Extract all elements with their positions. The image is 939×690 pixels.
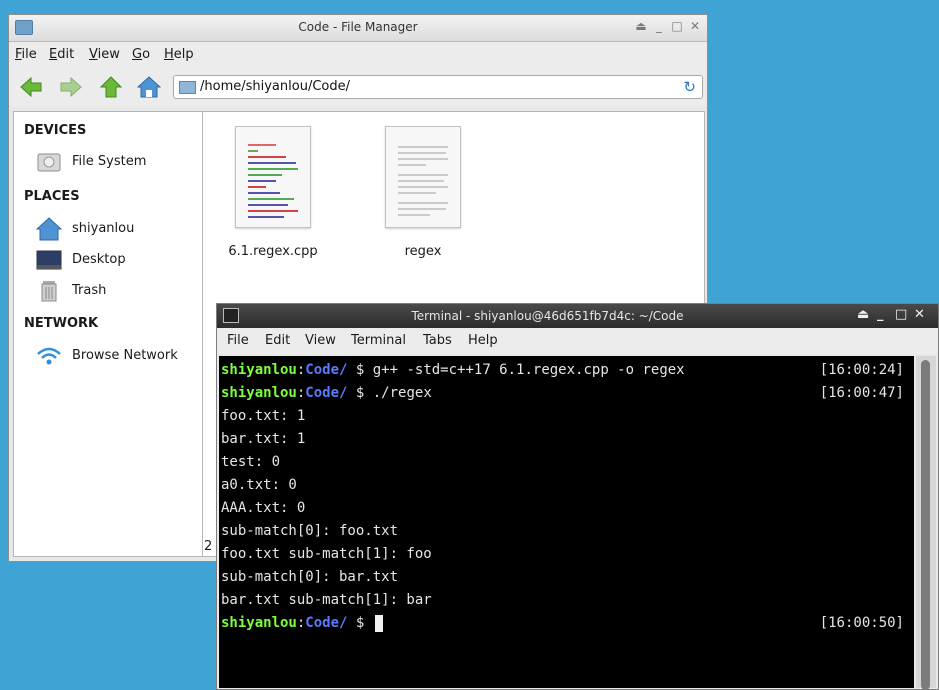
sidebar-item-label: Trash (72, 283, 107, 298)
menu-file[interactable]: File (15, 47, 37, 62)
terminal-screen[interactable]: shiyanlou:Code/ $ g++ -std=c++17 6.1.reg… (219, 356, 914, 688)
menu-file[interactable]: File (227, 333, 249, 348)
menu-go[interactable]: Go (132, 47, 150, 62)
terminal-scrollbar[interactable] (916, 356, 936, 690)
fm-titlebar[interactable]: Code - File Manager ⏏ _ □ ✕ (9, 15, 707, 42)
menu-edit[interactable]: Edit (49, 47, 74, 62)
eject-icon[interactable]: ⏏ (633, 19, 649, 33)
forward-arrow-icon[interactable] (59, 76, 83, 98)
location-bar[interactable]: /home/shiyanlou/Code/ ↻ (173, 75, 703, 99)
sidebar-item-label: Desktop (72, 252, 126, 267)
output-line: foo.txt: 1 (221, 408, 306, 424)
file-item-cpp[interactable]: 6.1.regex.cpp (223, 126, 323, 259)
eject-icon[interactable]: ⏏ (857, 307, 869, 322)
menu-tabs[interactable]: Tabs (423, 333, 452, 348)
output-line: AAA.txt: 0 (221, 500, 306, 516)
sidebar-item-file-system[interactable]: File System (36, 150, 216, 174)
up-arrow-icon[interactable] (99, 76, 123, 98)
terminal-window-title: Terminal - shiyanlou@46d651fb7d4c: ~/Cod… (411, 309, 684, 323)
command-line: shiyanlou:Code/ $ g++ -std=c++17 6.1.reg… (221, 362, 685, 378)
terminal-window: Terminal - shiyanlou@46d651fb7d4c: ~/Cod… (216, 303, 939, 690)
sidebar-item-shiyanlou[interactable]: shiyanlou (36, 217, 216, 241)
timestamp: [16:00:24] (819, 362, 904, 378)
current-prompt: shiyanlou:Code/ $ (221, 613, 383, 633)
command-line: shiyanlou:Code/ $ ./regex (221, 385, 432, 401)
menu-view[interactable]: View (89, 47, 120, 62)
maximize-button[interactable]: □ (669, 19, 685, 33)
output-line: sub-match[0]: foo.txt (221, 523, 399, 539)
status-bar-text: 2 (204, 539, 213, 554)
output-line: foo.txt sub-match[1]: foo (221, 546, 432, 562)
minimize-button[interactable]: _ (651, 19, 667, 33)
file-name: regex (404, 244, 442, 259)
devices-header: DEVICES (24, 123, 87, 138)
output-line: bar.txt sub-match[1]: bar (221, 592, 432, 608)
close-button[interactable]: ✕ (914, 307, 925, 322)
terminal-menubar: File Edit View Terminal Tabs Help (217, 328, 938, 354)
timestamp: [16:00:47] (819, 385, 904, 401)
sidebar-item-label: File System (72, 154, 147, 169)
output-line: test: 0 (221, 454, 281, 470)
sidebar-item-label: Browse Network (72, 348, 178, 363)
sidebar-item-label: shiyanlou (72, 221, 135, 236)
desktop-icon (36, 250, 62, 270)
fm-toolbar: /home/shiyanlou/Code/ ↻ (9, 68, 707, 106)
output-line: a0.txt: 0 (221, 477, 297, 493)
timestamp: [16:00:50] (819, 615, 904, 631)
sidebar-item-trash[interactable]: Trash (36, 279, 216, 303)
reload-icon[interactable]: ↻ (683, 78, 696, 96)
terminal-titlebar[interactable]: Terminal - shiyanlou@46d651fb7d4c: ~/Cod… (217, 304, 938, 328)
fm-sidebar: DEVICES File System PLACES shiyanlou Des… (13, 111, 224, 557)
folder-icon (179, 81, 196, 94)
network-header: NETWORK (24, 316, 99, 331)
location-path: /home/shiyanlou/Code/ (200, 79, 350, 94)
text-file-icon (385, 126, 461, 228)
sidebar-item-browse-network[interactable]: Browse Network (36, 344, 216, 368)
fm-menubar: File Edit View Go Help (9, 42, 707, 68)
home-icon[interactable] (137, 76, 161, 98)
maximize-button[interactable]: □ (895, 307, 907, 322)
output-line: bar.txt: 1 (221, 431, 306, 447)
file-name: 6.1.regex.cpp (228, 244, 318, 259)
back-arrow-icon[interactable] (19, 76, 43, 98)
text-cursor (374, 614, 383, 632)
wifi-icon (37, 347, 61, 365)
places-header: PLACES (24, 189, 80, 204)
drive-icon (37, 153, 61, 172)
scrollbar-thumb[interactable] (921, 360, 930, 690)
menu-help[interactable]: Help (164, 47, 194, 62)
minimize-button[interactable]: _ (877, 307, 884, 322)
output-line: sub-match[0]: bar.txt (221, 569, 399, 585)
menu-view[interactable]: View (305, 333, 336, 348)
menu-edit[interactable]: Edit (265, 333, 290, 348)
source-file-icon (235, 126, 311, 228)
file-item-regex[interactable]: regex (373, 126, 473, 259)
menu-terminal[interactable]: Terminal (351, 333, 406, 348)
sidebar-item-desktop[interactable]: Desktop (36, 248, 216, 272)
trash-icon (41, 281, 57, 302)
menu-help[interactable]: Help (468, 333, 498, 348)
close-button[interactable]: ✕ (687, 19, 703, 33)
fm-window-title: Code - File Manager (298, 20, 418, 34)
home-folder-icon (36, 217, 62, 241)
